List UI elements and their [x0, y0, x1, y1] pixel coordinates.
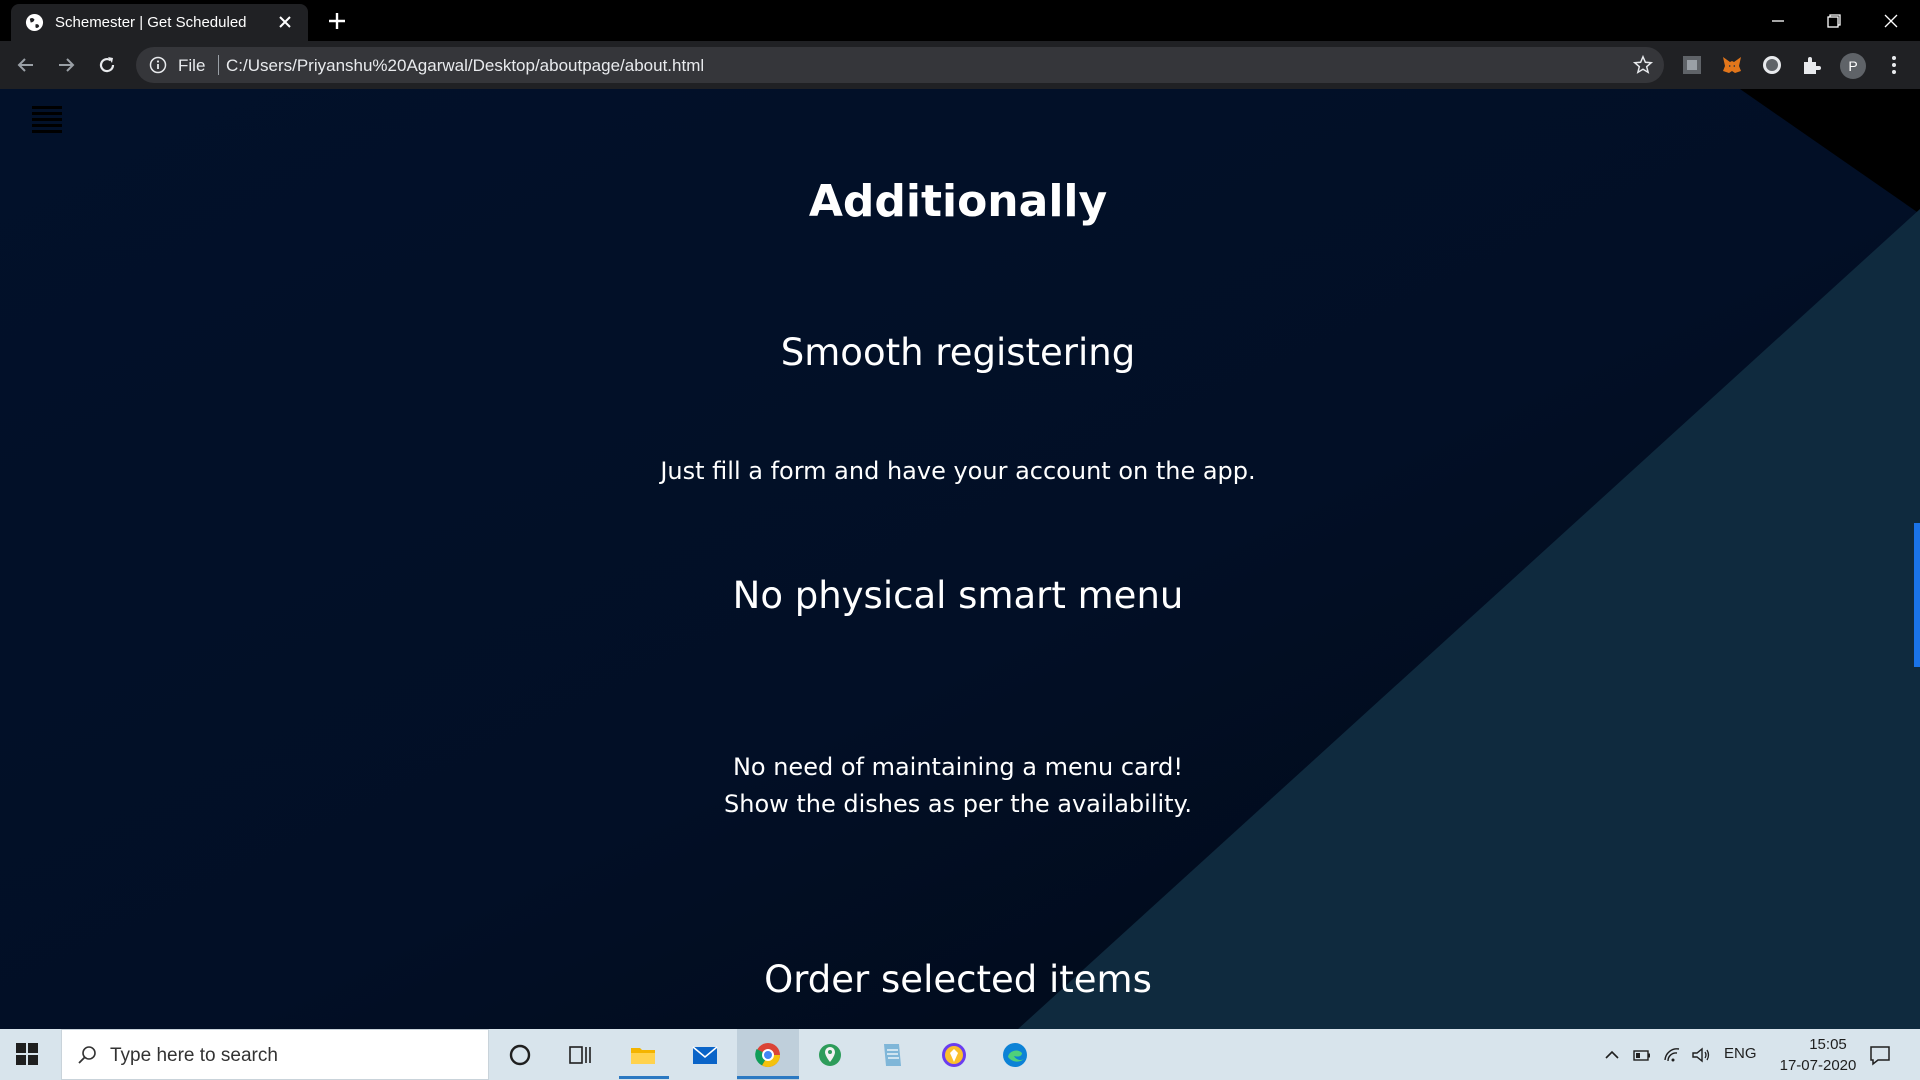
screen: Schemester | Get Scheduled File C:/Users… — [0, 0, 1920, 1080]
forward-icon[interactable] — [54, 53, 78, 77]
show-hidden-icons-chevron-icon[interactable] — [1602, 1045, 1622, 1065]
browser-toolbar: File C:/Users/Priyanshu%20Agarwal/Deskto… — [0, 41, 1920, 89]
browser-tab[interactable]: Schemester | Get Scheduled — [11, 4, 308, 41]
feature-title-order: Order selected items — [764, 958, 1152, 1001]
chrome-icon[interactable] — [753, 1040, 783, 1070]
file-explorer-icon[interactable] — [628, 1040, 658, 1070]
restore-icon[interactable] — [1821, 8, 1847, 34]
input-language[interactable]: ENG — [1724, 1045, 1757, 1062]
cortana-icon[interactable] — [505, 1040, 535, 1070]
action-center-icon[interactable] — [1868, 1043, 1892, 1067]
bookmark-star-icon[interactable] — [1632, 54, 1654, 76]
task-view-icon[interactable] — [565, 1040, 595, 1070]
url-text[interactable]: C:/Users/Priyanshu%20Agarwal/Desktop/abo… — [226, 56, 704, 76]
tab-title: Schemester | Get Scheduled — [55, 14, 247, 31]
mail-icon[interactable] — [690, 1040, 720, 1070]
explorer-active-indicator — [619, 1076, 669, 1079]
maps-icon[interactable] — [815, 1040, 845, 1070]
omnibox-divider — [218, 55, 219, 75]
web-page: Additionally Smooth registering Just fil… — [0, 89, 1920, 1029]
reload-icon[interactable] — [95, 53, 119, 77]
feature-title-menu: No physical smart menu — [732, 574, 1184, 617]
clock-time[interactable]: 15:05 — [1790, 1036, 1866, 1053]
scrollbar-thumb[interactable] — [1914, 523, 1920, 667]
metamask-fox-icon[interactable] — [1720, 53, 1744, 77]
circle-extension-icon[interactable] — [1760, 53, 1784, 77]
minimize-icon[interactable] — [1765, 8, 1791, 34]
wifi-icon[interactable] — [1662, 1045, 1682, 1065]
background-decoration — [0, 89, 1920, 1029]
more-menu-icon[interactable] — [1882, 53, 1906, 77]
feature-title-registering: Smooth registering — [780, 331, 1136, 374]
search-placeholder: Type here to search — [110, 1045, 278, 1066]
feature-text-menu-line1: No need of maintaining a menu card! — [732, 753, 1184, 781]
chrome-active-indicator — [737, 1076, 799, 1079]
back-icon[interactable] — [14, 53, 38, 77]
search-icon — [78, 1046, 96, 1064]
info-icon[interactable] — [149, 56, 167, 74]
brave-icon[interactable] — [939, 1040, 969, 1070]
address-bar[interactable]: File C:/Users/Priyanshu%20Agarwal/Deskto… — [136, 47, 1664, 83]
extension-square-icon[interactable] — [1680, 53, 1704, 77]
feature-text-registering: Just fill a form and have your account o… — [660, 457, 1256, 485]
new-tab-icon[interactable] — [325, 9, 349, 33]
feature-text-menu-line2: Show the dishes as per the availability. — [724, 790, 1192, 818]
profile-avatar[interactable]: P — [1840, 53, 1866, 79]
section-heading: Additionally — [808, 176, 1108, 227]
close-tab-icon[interactable] — [276, 13, 294, 31]
url-scheme-label: File — [178, 56, 206, 75]
clock-date[interactable]: 17-07-2020 — [1770, 1057, 1866, 1074]
battery-icon[interactable] — [1632, 1045, 1652, 1065]
globe-icon — [25, 13, 44, 32]
windows-start-icon[interactable] — [16, 1043, 38, 1065]
edge-icon[interactable] — [1000, 1040, 1030, 1070]
taskbar-search[interactable]: Type here to search — [61, 1029, 489, 1080]
notepad-icon[interactable] — [877, 1040, 907, 1070]
close-window-icon[interactable] — [1878, 8, 1904, 34]
volume-icon[interactable] — [1691, 1045, 1711, 1065]
windows-taskbar: Type here to search ENG 15:05 17-07-2020 — [0, 1029, 1920, 1080]
tab-strip: Schemester | Get Scheduled — [0, 0, 1920, 41]
hamburger-menu-icon[interactable] — [32, 106, 62, 134]
puzzle-extensions-icon[interactable] — [1800, 53, 1824, 77]
